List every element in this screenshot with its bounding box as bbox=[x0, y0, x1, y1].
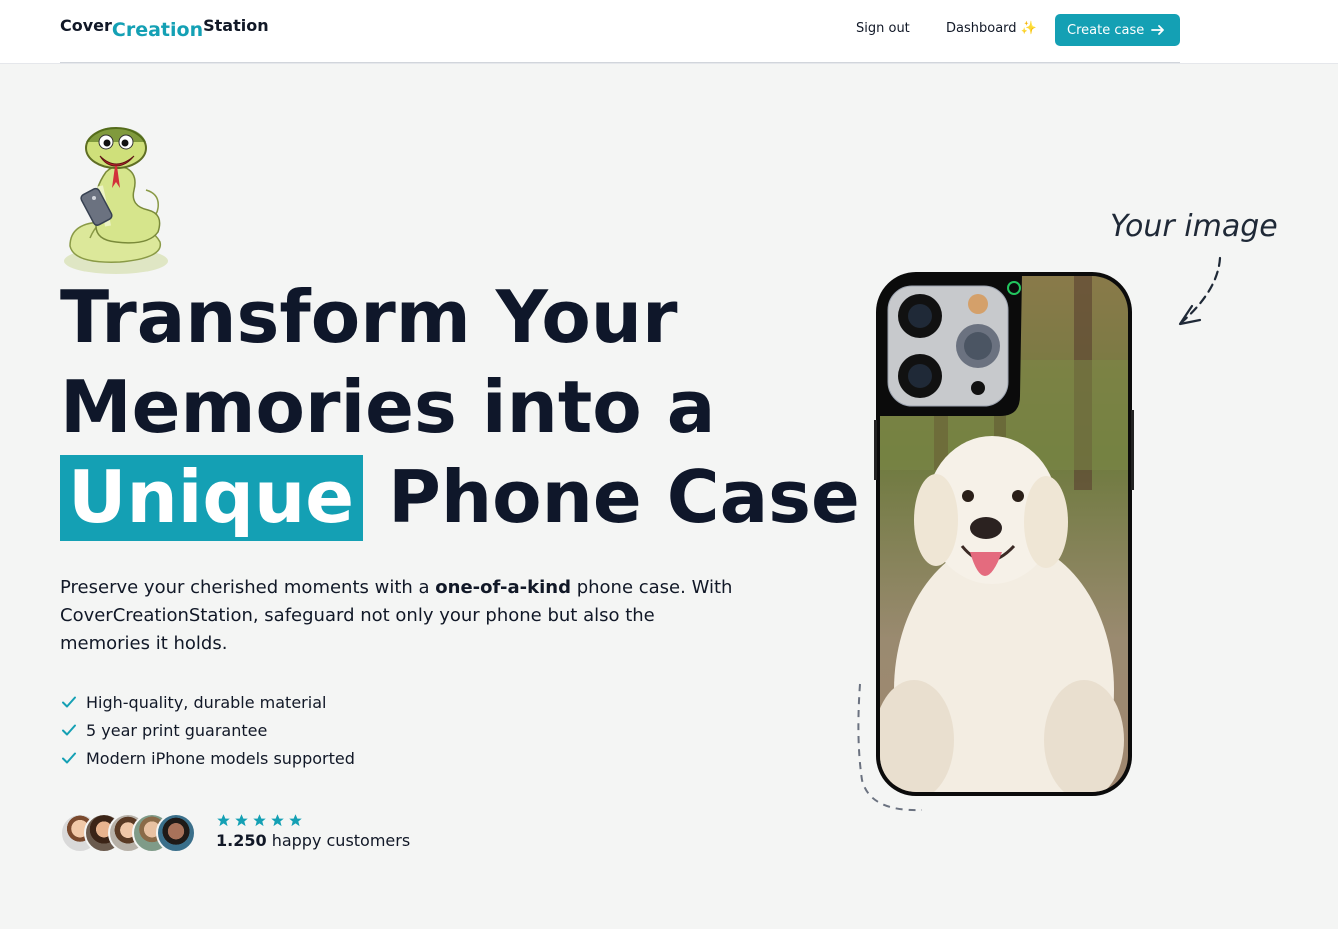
feature-label: 5 year print guarantee bbox=[86, 720, 268, 740]
headline-line-2: Memories into a bbox=[60, 365, 716, 449]
snake-mascot bbox=[64, 127, 168, 274]
headline-line-1: Transform Your bbox=[60, 275, 678, 359]
your-image-annotation: Your image bbox=[1110, 209, 1278, 326]
hero-description: Preserve your cherished moments with a o… bbox=[60, 574, 740, 658]
avatar bbox=[156, 813, 196, 853]
feature-item: Modern iPhone models supported bbox=[60, 744, 355, 772]
annotation-text: Your image bbox=[1110, 209, 1278, 244]
phone-case-preview bbox=[874, 272, 1134, 796]
hero-headline: Transform Your Memories into a Unique Ph… bbox=[60, 272, 860, 542]
dashboard-link[interactable]: Dashboard ✨ bbox=[946, 21, 1037, 36]
check-icon bbox=[62, 752, 76, 764]
feature-list: High-quality, durable material 5 year pr… bbox=[60, 688, 355, 772]
curved-arrow-icon bbox=[1178, 304, 1202, 326]
check-icon bbox=[62, 696, 76, 708]
check-icon bbox=[62, 724, 76, 736]
description-bold: one-of-a-kind bbox=[435, 577, 571, 598]
customer-count-label: happy customers bbox=[266, 831, 411, 850]
description-before: Preserve your cherished moments with a bbox=[60, 577, 436, 598]
customer-count: 1.250 happy customers bbox=[216, 831, 410, 850]
feature-label: Modern iPhone models supported bbox=[86, 748, 355, 768]
star-icon bbox=[217, 814, 230, 827]
logo[interactable]: CoverCreationStation bbox=[60, 14, 269, 41]
star-icon bbox=[235, 814, 248, 827]
headline-line-3-rest: Phone Case bbox=[388, 455, 860, 539]
navbar: CoverCreationStation Sign out Dashboard … bbox=[0, 0, 1338, 64]
arrow-right-icon bbox=[1151, 25, 1164, 35]
sign-out-link[interactable]: Sign out bbox=[856, 21, 910, 36]
customer-rating: 1.250 happy customers bbox=[216, 813, 410, 850]
star-rating bbox=[216, 813, 410, 829]
logo-part-creation: Creation bbox=[111, 19, 204, 41]
star-icon bbox=[289, 814, 302, 827]
logo-part-station: Station bbox=[203, 16, 269, 35]
headline-highlight: Unique bbox=[60, 455, 364, 541]
star-icon bbox=[271, 814, 284, 827]
create-case-label: Create case bbox=[1067, 22, 1145, 38]
feature-item: High-quality, durable material bbox=[60, 688, 355, 716]
customer-avatars bbox=[60, 813, 200, 855]
feature-label: High-quality, durable material bbox=[86, 692, 327, 712]
customer-count-number: 1.250 bbox=[216, 831, 267, 850]
navbar-inner: CoverCreationStation Sign out Dashboard … bbox=[60, 0, 1180, 63]
logo-part-cover: Cover bbox=[60, 16, 112, 35]
create-case-button[interactable]: Create case bbox=[1055, 14, 1180, 46]
star-icon bbox=[253, 814, 266, 827]
feature-item: 5 year print guarantee bbox=[60, 716, 355, 744]
headline-line-3: Unique Phone Case bbox=[60, 452, 860, 542]
